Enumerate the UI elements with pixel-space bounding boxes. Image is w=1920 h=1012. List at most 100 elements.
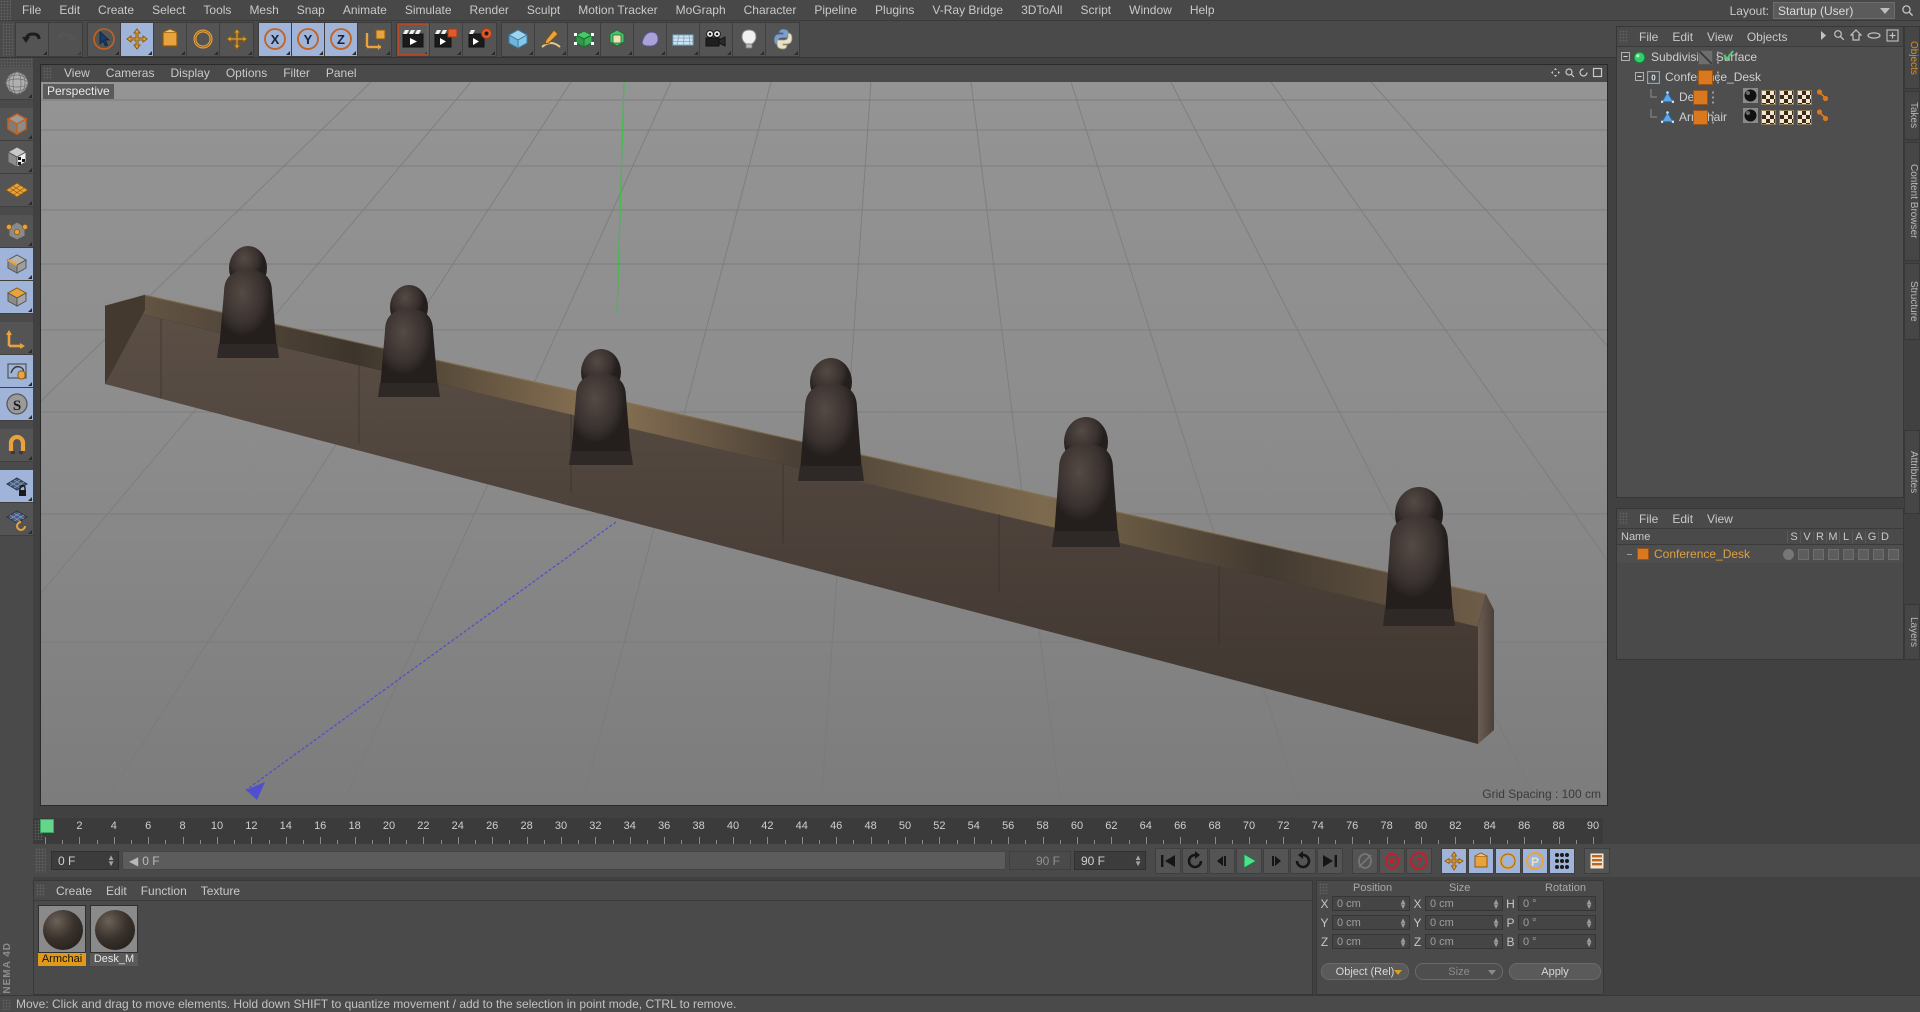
coord-pos-field[interactable]: 0 cm ▲ ▼ [1332,934,1410,949]
coord-rot-field[interactable]: 0 ° ▲ ▼ [1518,915,1596,930]
axis-modify-icon[interactable] [0,322,33,355]
menu-item-motion-tracker[interactable]: Motion Tracker [569,0,666,21]
key-scale-icon[interactable] [1468,847,1494,874]
texture-tag[interactable] [1761,109,1776,125]
enabled-check-icon[interactable] [1723,50,1734,64]
material-preview[interactable] [90,905,138,953]
go-to-end-icon[interactable] [1317,847,1343,874]
layer-visible-toggle[interactable] [1798,548,1809,560]
workplane-icon[interactable] [0,174,33,207]
layout-dropdown[interactable]: Startup (User) [1773,2,1895,19]
deformer-icon[interactable] [601,22,634,56]
material-menu-function[interactable]: Function [134,881,194,901]
step-forward-icon[interactable] [1263,847,1289,874]
step-back-icon[interactable] [1209,847,1235,874]
spinner-icon[interactable]: ▲ ▼ [1399,936,1407,949]
texture-tag[interactable] [1779,109,1794,125]
coord-size-field[interactable]: 0 cm ▲ ▼ [1425,896,1503,911]
menu-item-mograph[interactable]: MoGraph [667,0,735,21]
key-rotation-icon[interactable] [1495,847,1521,874]
menu-item-3dtoall[interactable]: 3DToAll [1012,0,1071,21]
object-row-subdivision-surface[interactable]: Subdivision Surface [1617,47,1903,67]
axis-z-icon[interactable]: Z [325,22,358,56]
add-layer-icon[interactable] [1886,28,1899,45]
floor-icon[interactable] [667,22,700,56]
objects-tree[interactable]: Subdivision Surface0Conference_DeskDeskA… [1617,47,1903,497]
key-param-icon[interactable]: P [1522,847,1548,874]
objects-menu-objects[interactable]: Objects [1740,27,1795,47]
edges-mode-icon[interactable] [0,248,33,281]
home-icon[interactable] [1849,29,1863,44]
menu-item-tools[interactable]: Tools [194,0,240,21]
viewport-menu-filter[interactable]: Filter [275,65,318,82]
end-frame-field[interactable]: 90 F ▲ ▼ [1074,851,1146,870]
layer-menu-edit[interactable]: Edit [1665,509,1700,529]
layer-col-s[interactable]: S [1787,530,1800,543]
texture-tag[interactable] [1761,89,1776,105]
viewport-zoom-icon[interactable] [1564,67,1575,78]
light-icon[interactable] [733,22,766,56]
viewport-pan-icon[interactable] [1550,67,1561,78]
viewport-maximize-icon[interactable] [1592,67,1603,78]
record-icon[interactable] [1379,847,1405,874]
sculpt-globe-icon[interactable] [0,67,33,100]
layer-col-r[interactable]: R [1813,530,1826,543]
texture-tag[interactable] [1779,89,1794,105]
chevron-right-icon[interactable] [1819,30,1828,44]
layer-generator-toggle[interactable] [1873,548,1884,560]
texture-mode-icon[interactable] [0,141,33,174]
coord-mode-dropdown[interactable]: Object (Rel) [1321,963,1409,980]
undo-icon[interactable] [16,22,49,56]
null-object-icon[interactable]: 0 [1647,70,1660,84]
menu-item-create[interactable]: Create [89,0,143,21]
layer-col-d[interactable]: D [1878,530,1891,543]
layer-menu-file[interactable]: File [1632,509,1665,529]
timeline-playhead[interactable] [40,819,54,833]
menu-item-character[interactable]: Character [735,0,806,21]
menu-item-edit[interactable]: Edit [50,0,89,21]
layer-row[interactable]: Conference_Desk [1617,545,1903,563]
material-tag[interactable] [1743,88,1758,106]
viewport-menu-display[interactable]: Display [162,65,217,82]
link-tag[interactable] [1815,88,1830,106]
move-axis-icon[interactable] [220,22,253,56]
material-menu-create[interactable]: Create [49,881,99,901]
left-toolbar-grip[interactable] [0,58,33,67]
layer-color-swatch[interactable] [1637,548,1649,560]
record-disabled-icon[interactable] [1352,847,1378,874]
play-icon[interactable] [1236,847,1262,874]
material-grid[interactable]: Armchai Desk_M [38,905,138,966]
side-tab-objects[interactable]: Objects [1904,26,1920,89]
points-mode-icon[interactable] [0,215,33,248]
coord-apply-button[interactable]: Apply [1509,963,1601,980]
magnet-icon[interactable] [0,429,33,462]
side-tab-layers[interactable]: Layers [1904,604,1920,660]
material-item[interactable]: Armchai [38,905,86,966]
layer-manager-toggle[interactable] [1828,548,1839,560]
polygon-object-icon[interactable] [1661,110,1674,124]
layer-col-g[interactable]: G [1865,530,1878,543]
play-reverse-loop-icon[interactable] [1182,847,1208,874]
coord-rot-field[interactable]: 0 ° ▲ ▼ [1518,896,1596,911]
material-panel-grip[interactable] [36,884,45,897]
layer-animation-toggle[interactable] [1858,548,1869,560]
viewport-menu-cameras[interactable]: Cameras [98,65,163,82]
viewport-menu-panel[interactable]: Panel [318,65,365,82]
side-tab-attributes[interactable]: Attributes [1904,430,1920,514]
coord-rot-field[interactable]: 0 ° ▲ ▼ [1518,934,1596,949]
menu-item-pipeline[interactable]: Pipeline [805,0,866,21]
viewport-menu-options[interactable]: Options [218,65,275,82]
preview-end-field[interactable]: 90 F [1009,851,1071,870]
key-pla-icon[interactable] [1549,847,1575,874]
coord-size-field[interactable]: 0 cm ▲ ▼ [1425,915,1503,930]
world-coordinates-icon[interactable] [358,22,391,56]
timeline-ruler[interactable]: 0246810121416182022242628303234363840424… [33,818,1603,844]
model-mode-icon[interactable] [0,108,33,141]
material-preview[interactable] [38,905,86,953]
render-region-icon[interactable] [430,22,463,56]
menu-item-script[interactable]: Script [1071,0,1120,21]
expand-toggle-icon[interactable] [1635,70,1644,84]
coord-pos-field[interactable]: 0 cm ▲ ▼ [1332,915,1410,930]
layer-col-a[interactable]: A [1852,530,1865,543]
objects-panel-grip[interactable] [1619,30,1628,43]
